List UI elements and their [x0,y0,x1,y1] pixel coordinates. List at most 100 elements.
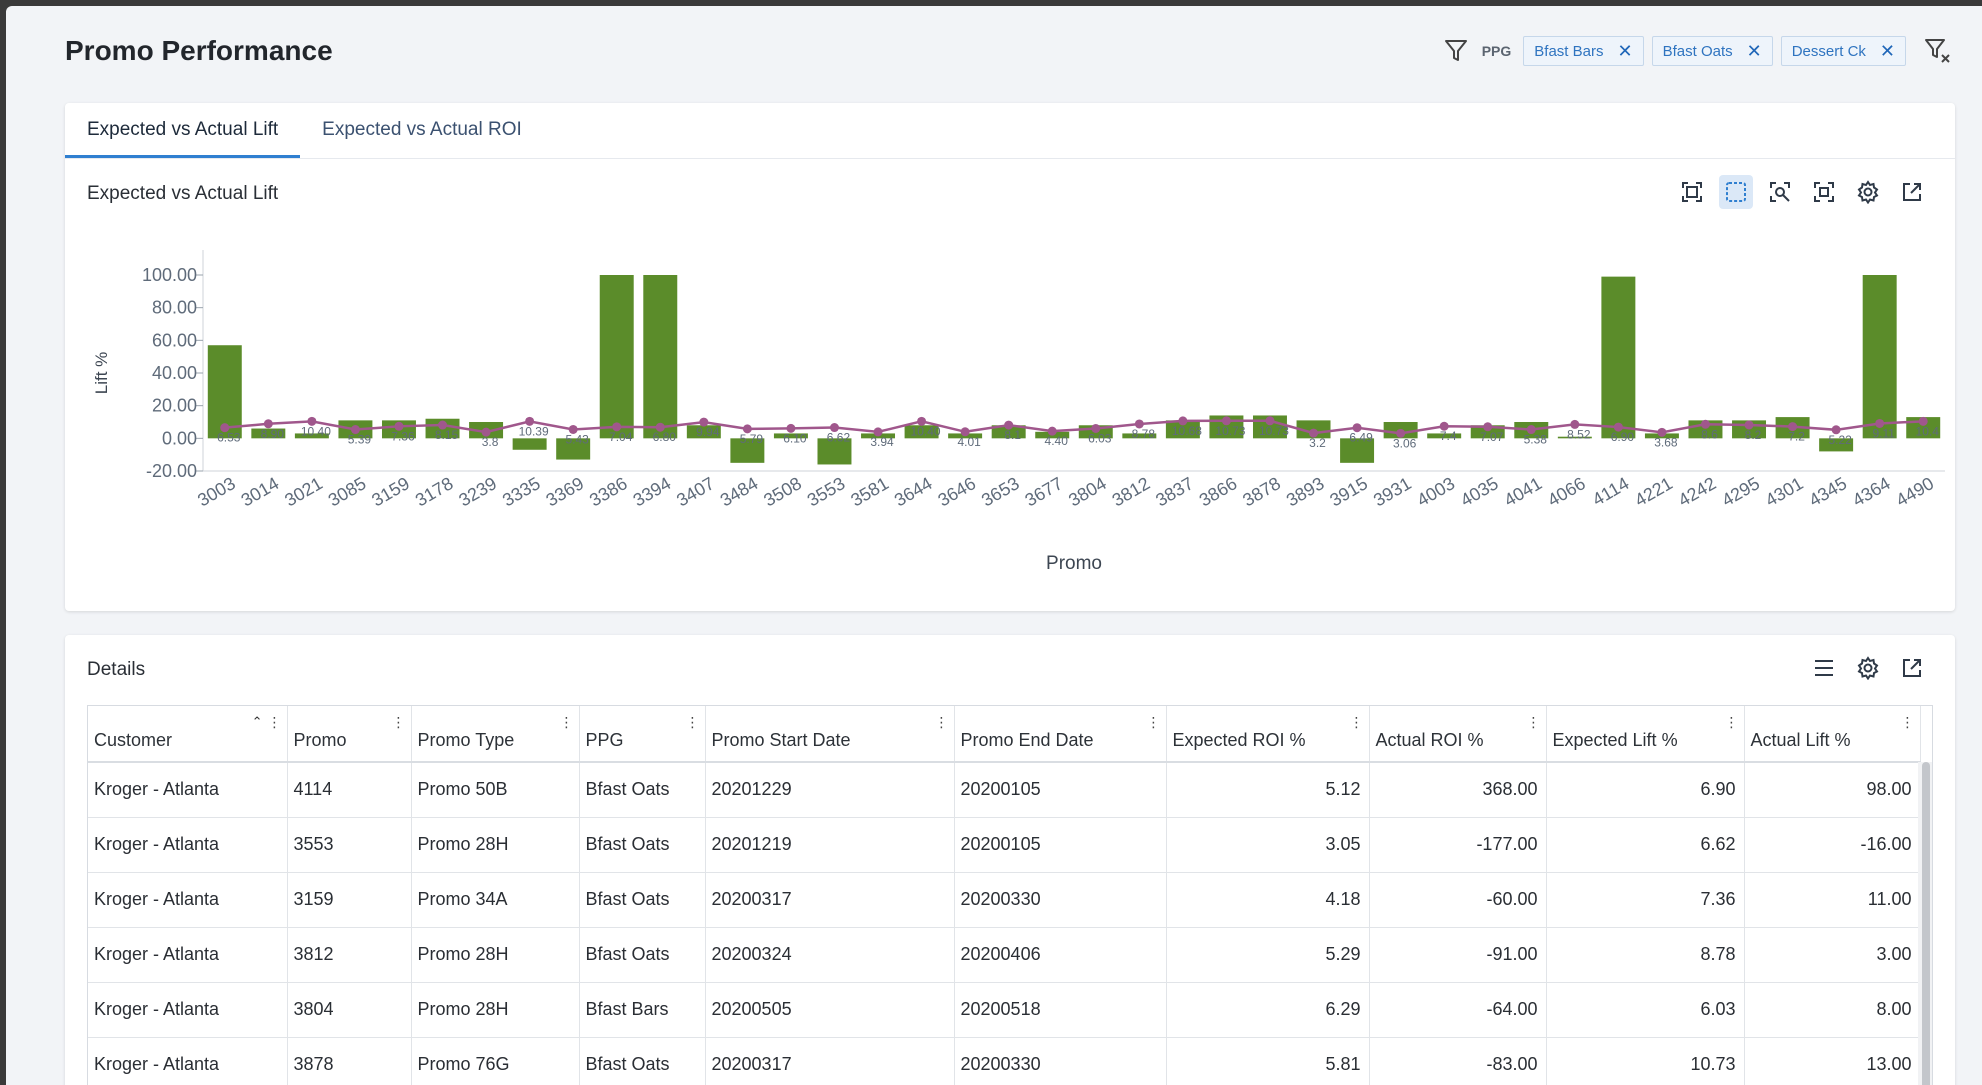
ppg-filter-label: PPG [1481,43,1512,59]
point-label: 8.2 [1745,428,1762,442]
filter-chip-bfast-oats[interactable]: Bfast Oats ✕ [1651,36,1773,66]
scrollbar-thumb[interactable] [1922,762,1930,1085]
remove-chip-icon[interactable]: ✕ [1747,42,1762,60]
table-cell: -16.00 [1744,817,1921,873]
table-cell: 3.05 [1166,817,1370,873]
column-menu-icon[interactable]: ⋮ [560,714,574,731]
filter-icon[interactable] [1444,38,1468,64]
table-row[interactable]: Kroger - Atlanta 4114 Promo 50B Bfast Oats 2… [88,762,1921,818]
column-menu-icon[interactable]: ⋮ [1725,714,1739,731]
table-cell: Kroger - Atlanta [88,982,288,1038]
table-cell: 3553 [287,817,412,873]
table-row[interactable]: Kroger - Atlanta 3878 Promo 76G Bfast Oats 2… [88,1037,1921,1085]
table-cell: 3878 [287,1037,412,1085]
point-label: 3.06 [1393,436,1417,450]
remove-chip-icon[interactable]: ✕ [1618,42,1633,60]
table-cell: -64.00 [1369,982,1547,1038]
table-cell: Kroger - Atlanta [88,872,288,928]
column-menu-icon[interactable]: ⋮ [1901,714,1915,731]
point-label: 10.4 [1916,424,1940,438]
x-tick-label: 3508 [760,473,805,510]
table-cell: Bfast Oats [579,927,706,983]
bar [599,275,634,439]
point-label: 3.94 [870,435,894,449]
gear-icon[interactable] [1851,651,1885,685]
column-menu-icon[interactable]: ⋮ [268,714,282,731]
x-tick-label: 4003 [1413,473,1458,510]
table-cell: 20200105 [954,817,1167,873]
table-row[interactable]: Kroger - Atlanta 3804 Promo 28H Bfast Bars 2… [88,982,1921,1038]
column-header[interactable]: Promo End Date ⋮ [954,706,1167,763]
table-row[interactable]: Kroger - Atlanta 3159 Promo 34A Bfast Oats 2… [88,872,1921,928]
x-tick-label: 3812 [1109,473,1154,510]
chart-card: Expected vs Actual Lift Expected vs Actu… [65,103,1955,611]
column-menu-icon[interactable]: ⋮ [935,714,949,731]
column-menu-icon[interactable]: ⋮ [1527,714,1541,731]
y-tick-label: 20.00 [152,396,197,416]
table-cell: 4114 [287,762,412,818]
export-icon[interactable] [1895,651,1929,685]
tab-expected-vs-actual-roi[interactable]: Expected vs Actual ROI [300,103,544,158]
column-menu-icon[interactable]: ⋮ [392,714,406,731]
table-cell: 20201219 [705,817,955,873]
zoom-region-icon[interactable] [1763,175,1797,209]
sort-ascending-icon[interactable]: ⌃ [252,714,263,730]
column-header[interactable]: Promo Start Date ⋮ [705,706,955,763]
gear-icon[interactable] [1851,175,1885,209]
point-label: 3.68 [1654,435,1678,449]
details-toolbar [1807,651,1929,685]
x-tick-label: 3553 [804,473,849,510]
point-label: 5.79 [740,432,764,446]
point-label: 7.04 [609,430,633,444]
column-header[interactable]: Actual ROI % ⋮ [1369,706,1547,763]
fit-to-screen-icon[interactable] [1675,175,1709,209]
point-label: 9.11 [1872,426,1895,440]
column-menu-icon[interactable]: ⋮ [1350,714,1364,731]
x-tick-label: 4364 [1849,473,1894,510]
point-label: 8.1 [1004,428,1021,442]
clear-filter-icon[interactable] [1924,37,1952,65]
column-header[interactable]: Expected Lift % ⋮ [1546,706,1745,763]
table-cell: 8.00 [1744,982,1921,1038]
box-select-icon[interactable] [1719,175,1753,209]
table-cell: -177.00 [1369,817,1547,873]
point-label: 10.68 [1172,424,1202,438]
tab-expected-vs-actual-lift[interactable]: Expected vs Actual Lift [65,103,301,158]
column-header[interactable]: Actual Lift % ⋮ [1744,706,1921,763]
column-menu-icon[interactable]: ⋮ [686,714,700,731]
page-title: Promo Performance [65,35,333,66]
column-header[interactable]: Promo ⋮ [287,706,412,763]
x-tick-label: 3646 [934,473,979,510]
y-tick-label: 60.00 [152,330,197,350]
vertical-scrollbar[interactable] [1918,762,1932,1085]
remove-chip-icon[interactable]: ✕ [1880,42,1895,60]
table-cell: 6.90 [1546,762,1745,818]
x-tick-label: 3931 [1370,473,1415,510]
table-cell: 10.73 [1546,1037,1745,1085]
column-menu-icon[interactable]: ⋮ [1147,714,1161,731]
lift-chart-svg: 100.00 80.00 60.00 40.00 20.00 0.00 -20.00 Lift… [92,250,1945,574]
x-tick-label: 4114 [1589,473,1633,510]
column-header[interactable]: PPG ⋮ [579,706,706,763]
filter-chip-dessert-ck[interactable]: Dessert Ck ✕ [1780,36,1906,66]
column-header[interactable]: Customer ⌃ ⋮ [88,706,288,763]
reset-zoom-icon[interactable] [1807,175,1841,209]
x-tick-label: 3239 [455,473,500,510]
filter-chip-bfast-bars[interactable]: Bfast Bars ✕ [1523,36,1644,66]
table-cell: 8.78 [1546,927,1745,983]
details-table: Customer ⌃ ⋮ Promo ⋮ Promo Type ⋮ PPG ⋮ Promo Sta… [88,706,1921,1085]
table-cell: 13.00 [1744,1037,1921,1085]
chip-label: Dessert Ck [1791,42,1866,60]
table-row[interactable]: Kroger - Atlanta 3812 Promo 28H Bfast Oats 2… [88,927,1921,983]
x-tick-label: 3915 [1326,473,1371,510]
point-label: 6.53 [217,431,241,445]
table-cell: 11.00 [1744,872,1921,928]
x-tick-label: 3653 [978,473,1023,510]
y-tick-label: 0.00 [162,428,197,448]
columns-icon[interactable] [1807,651,1841,685]
x-axis-label: Promo [1046,553,1102,574]
table-row[interactable]: Kroger - Atlanta 3553 Promo 28H Bfast Oats 2… [88,817,1921,873]
column-header[interactable]: Expected ROI % ⋮ [1166,706,1370,763]
column-header[interactable]: Promo Type ⋮ [411,706,580,763]
export-icon[interactable] [1895,175,1929,209]
